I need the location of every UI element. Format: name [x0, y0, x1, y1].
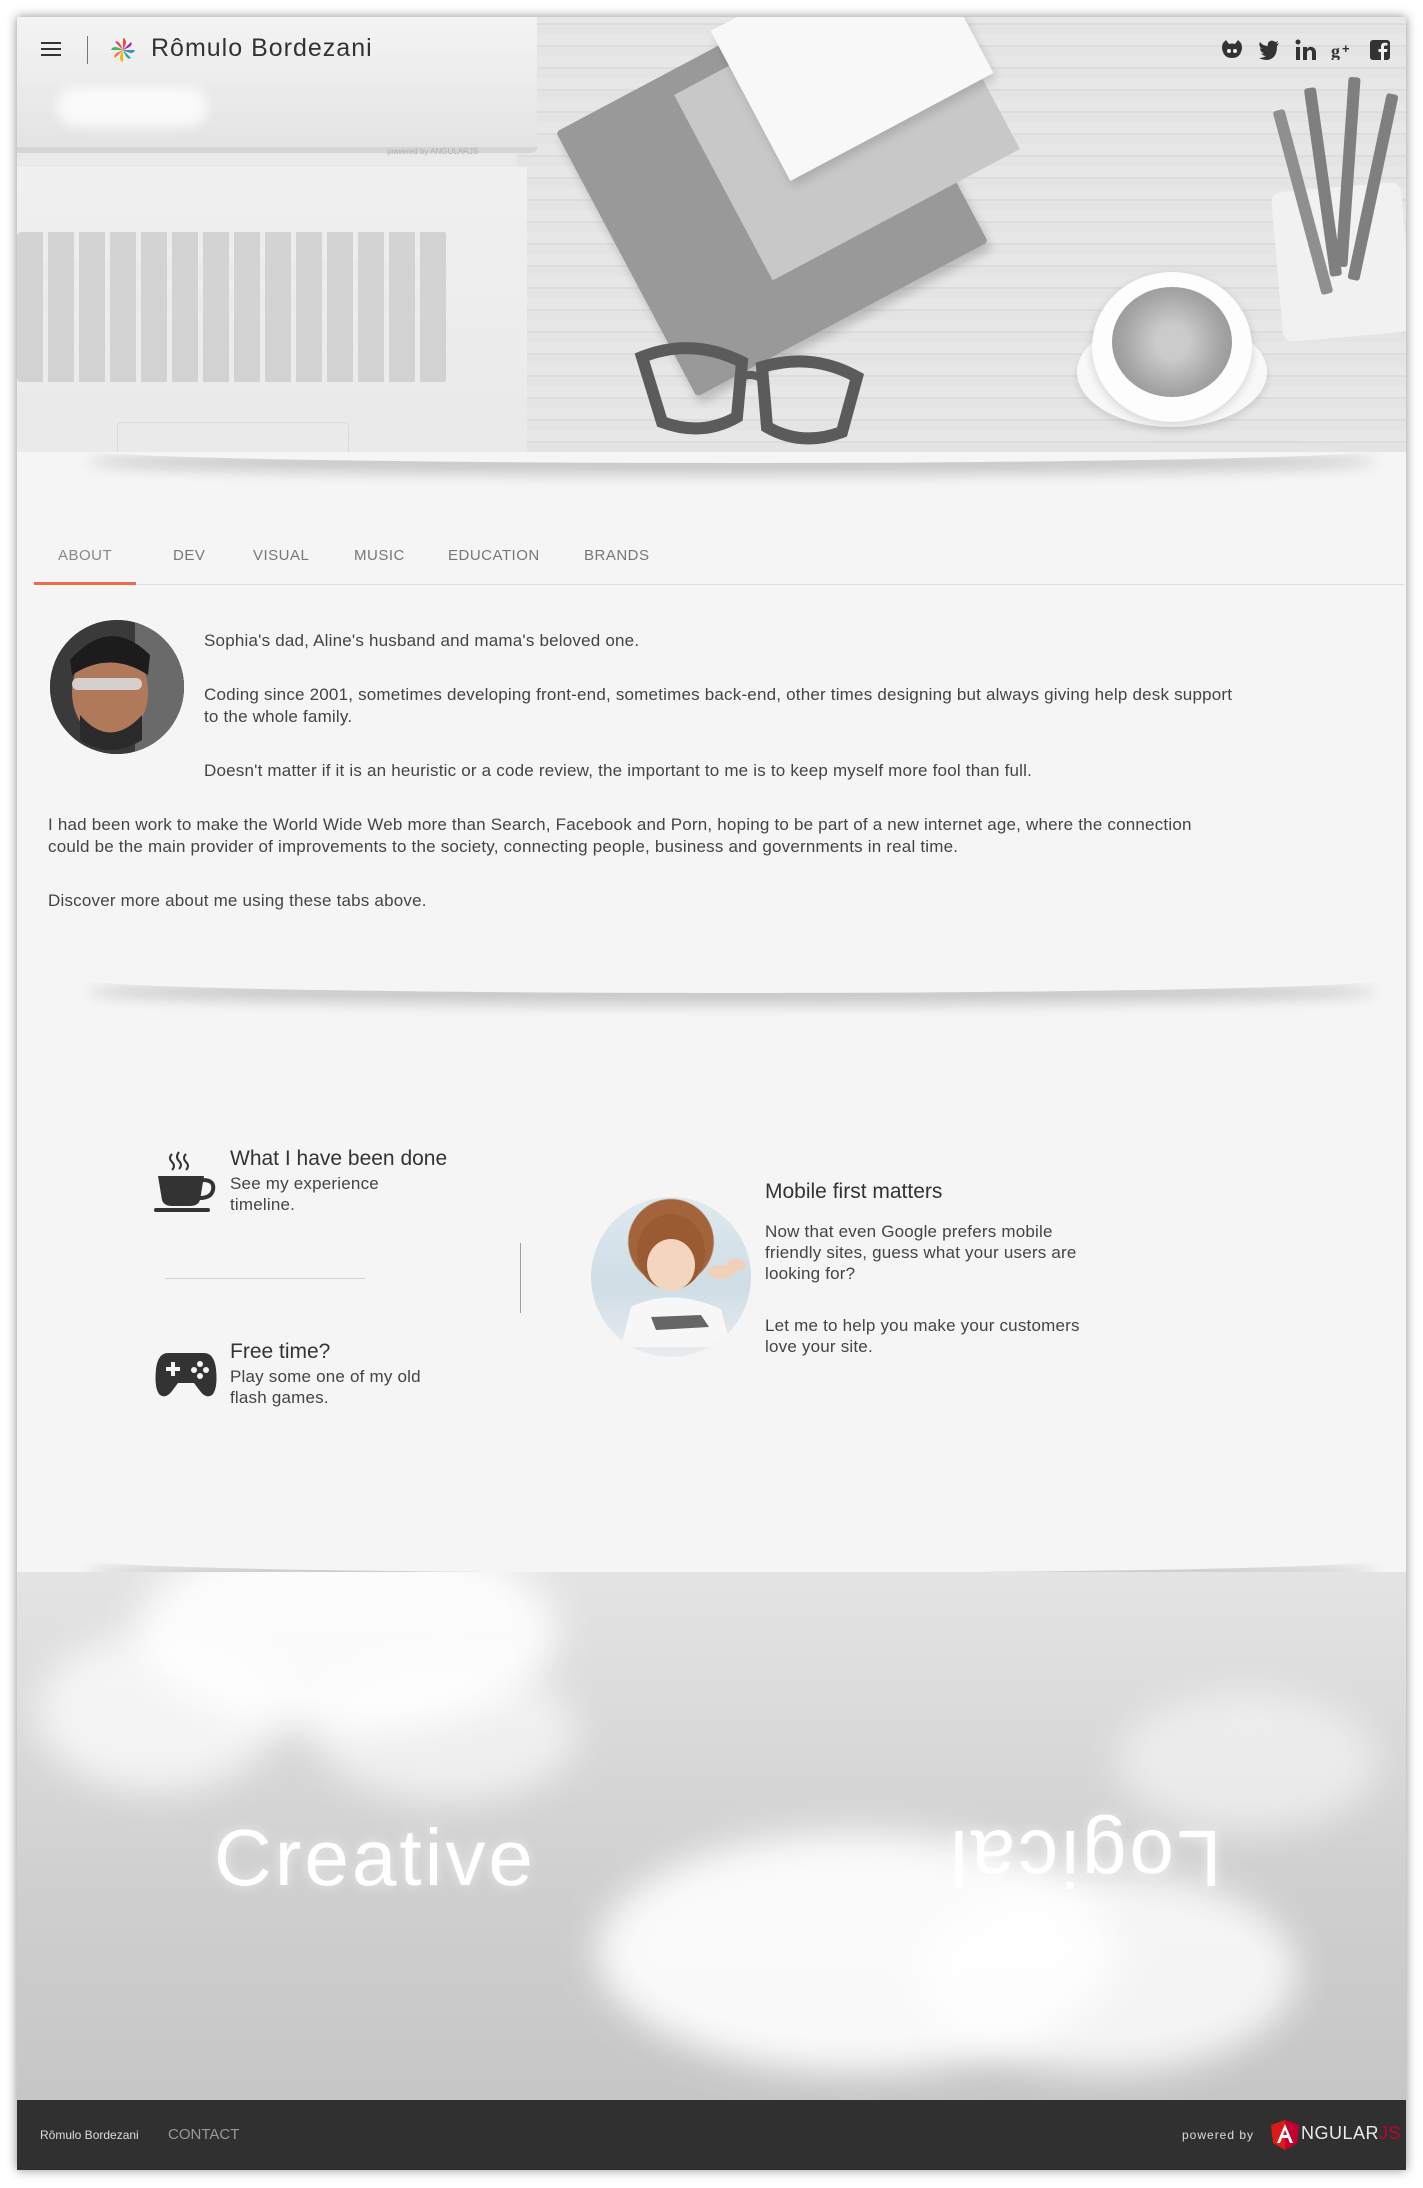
svg-text:+: +	[1342, 41, 1350, 56]
creative-word: Creative	[214, 1813, 536, 1902]
tab-visual[interactable]: VISUAL	[253, 547, 309, 564]
site-title[interactable]: Rômulo Bordezani	[151, 34, 373, 63]
svg-text:g: g	[1331, 41, 1340, 60]
angular-shield-icon[interactable]	[1271, 2120, 1299, 2150]
tab-music[interactable]: MUSIC	[354, 547, 405, 564]
social-links: g +	[1219, 37, 1392, 62]
free-time-subtitle: flash games.	[230, 1388, 329, 1407]
mobile-text: friendly sites, guess what your users ar…	[765, 1243, 1077, 1262]
tab-brands[interactable]: BRANDS	[584, 547, 650, 564]
free-time-subtitle: Play some one of my old	[230, 1367, 421, 1386]
about-paragraph: I had been work to make the World Wide W…	[48, 815, 1192, 834]
github-icon[interactable]	[1219, 37, 1244, 62]
section-shadow	[87, 1547, 1377, 1573]
about-paragraph: Sophia's dad, Aline's husband and mama's…	[204, 631, 640, 650]
gamepad-icon[interactable]	[154, 1349, 218, 1399]
tab-about[interactable]: ABOUT	[58, 547, 112, 564]
facebook-icon[interactable]	[1367, 37, 1392, 62]
section-shadow	[87, 437, 1377, 463]
experience-title[interactable]: What I have been done	[230, 1147, 447, 1171]
feature-divider	[165, 1278, 365, 1279]
about-paragraph: could be the main provider of improvemen…	[48, 837, 959, 856]
cloud	[317, 1662, 577, 1802]
footer-contact-link[interactable]: CONTACT	[168, 2126, 239, 2143]
footer-name[interactable]: Rômulo Bordezani	[40, 2128, 139, 2142]
cloud	[1117, 1692, 1377, 1832]
about-paragraph: Coding since 2001, sometimes developing …	[204, 685, 1233, 704]
tab-bar: ABOUT DEV VISUAL MUSIC EDUCATION BRANDS	[34, 530, 1404, 585]
hero-overlay	[17, 17, 1406, 452]
tab-active-indicator	[34, 582, 136, 585]
footer: Rômulo Bordezani CONTACT powered by NGUL…	[17, 2100, 1406, 2170]
angular-text-js: JS	[1379, 2123, 1402, 2143]
free-time-title[interactable]: Free time?	[230, 1340, 330, 1364]
mobile-text: looking for?	[765, 1264, 856, 1283]
mobile-title: Mobile first matters	[765, 1180, 943, 1203]
about-paragraph: Doesn't matter if it is an heuristic or …	[204, 761, 1033, 780]
mobile-text: love your site.	[765, 1337, 873, 1356]
hero-banner: powered by ANGULARJS Rômulo Bordezani g …	[17, 17, 1406, 452]
experience-subtitle: See my experience	[230, 1174, 379, 1193]
about-paragraph: Discover more about me using these tabs …	[48, 891, 427, 910]
page-frame: powered by ANGULARJS Rômulo Bordezani g …	[17, 17, 1406, 2170]
section-shadow	[87, 967, 1377, 993]
feature-divider-vertical	[520, 1243, 521, 1313]
angular-text-main: NGULAR	[1301, 2123, 1380, 2143]
angular-logo-text[interactable]: NGULARJS	[1301, 2123, 1401, 2144]
tab-dev[interactable]: DEV	[173, 547, 205, 564]
twitter-icon[interactable]	[1256, 37, 1281, 62]
footer-powered-by: powered by	[1182, 2128, 1255, 2142]
avatar	[50, 620, 184, 754]
linkedin-icon[interactable]	[1293, 37, 1318, 62]
logical-word: Logical	[947, 1814, 1222, 1903]
top-bar: Rômulo Bordezani g +	[17, 17, 1406, 81]
topbar-divider	[87, 36, 88, 64]
mobile-text: Let me to help you make your customers	[765, 1316, 1080, 1335]
hamburger-menu-icon[interactable]	[39, 39, 63, 59]
coffee-cup-icon[interactable]	[154, 1150, 218, 1216]
pinwheel-logo-icon	[111, 38, 135, 62]
experience-subtitle: timeline.	[230, 1195, 296, 1214]
mobile-text: Now that even Google prefers mobile	[765, 1222, 1053, 1241]
about-paragraph: to the whole family.	[204, 707, 353, 726]
creative-logical-banner: Creative Logical	[17, 1572, 1406, 2100]
tab-education[interactable]: EDUCATION	[448, 547, 540, 564]
mobile-girl-photo	[591, 1197, 751, 1357]
google-plus-icon[interactable]: g +	[1330, 37, 1355, 62]
cloud	[37, 1632, 277, 1792]
